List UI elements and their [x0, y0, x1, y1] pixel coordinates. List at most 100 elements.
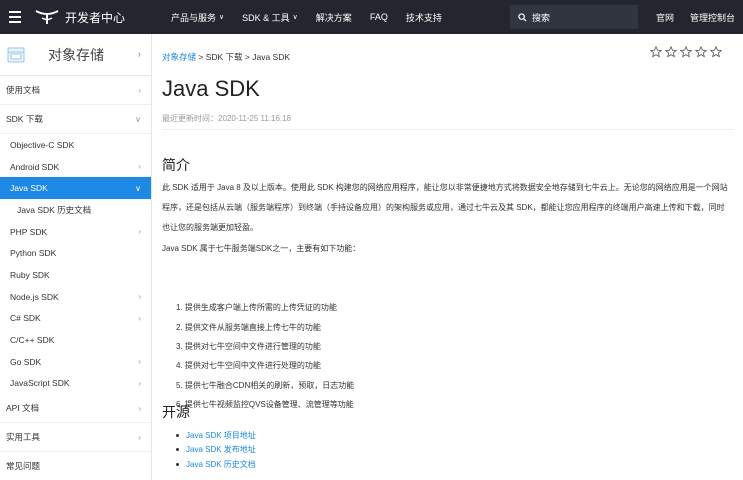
rating-stars [650, 46, 722, 58]
chevron-down-icon: ∨ [292, 14, 298, 21]
sidebar-item[interactable]: C/C++ SDK [0, 329, 151, 351]
link-label: Java SDK 项目地址 [186, 430, 256, 440]
list-item: 2. 提供文件从服务端直接上传七牛的功能 [176, 322, 321, 332]
sidebar-item[interactable]: API 文档 › [0, 394, 151, 424]
chevron-right-icon: › [138, 313, 141, 323]
sidebar-item-label: 常见问题 [6, 461, 41, 472]
qiniu-logo-icon [35, 10, 59, 24]
sidebar-item[interactable]: Java SDK ∨ [0, 177, 151, 200]
sidebar-item[interactable]: PHP SDK › [0, 221, 151, 243]
features-intro: Java SDK 属于七牛服务端SDK之一，主要有如下功能： [162, 244, 361, 253]
nav-label: 技术支持 [405, 12, 442, 23]
sidebar-item-label: API 文档 [6, 403, 40, 414]
menu-icon[interactable] [0, 0, 30, 34]
console-link[interactable]: 管理控制台 [690, 11, 735, 24]
sidebar-item[interactable]: Node.js SDK › [0, 286, 151, 308]
link-label: Java SDK 发布地址 [186, 445, 256, 455]
chevron-right-icon: › [138, 378, 141, 388]
opensource-link[interactable]: Java SDK 项目地址 [176, 428, 256, 443]
list-item: 3. 提供对七牛空间中文件进行管理的功能 [176, 341, 321, 351]
sidebar-item-label: SDK 下载 [6, 114, 43, 124]
main-content: 对象存储 > SDK 下载 > Java SDK Java SDK 最近更新时间… [162, 34, 734, 480]
sidebar-item[interactable]: Android SDK › [0, 156, 151, 178]
brand-logo[interactable]: 开发者中心 [34, 8, 125, 26]
sidebar-item[interactable]: JavaScript SDK › [0, 373, 151, 395]
chevron-right-icon: › [138, 227, 141, 237]
link-label: Java SDK 历史文档 [186, 459, 256, 469]
chevron-right-icon: › [138, 292, 141, 302]
features-list: 1. 提供生成客户端上传所需的上传凭证的功能 2. 提供文件从服务端直接上传七牛的… [176, 298, 354, 414]
sidebar-header[interactable]: 对象存储 › [0, 34, 151, 76]
nav-sdk-tools[interactable]: SDK & 工具 ∨ [242, 11, 298, 24]
list-item: 5. 提供七牛融合CDN相关的刷新，预取，日志功能 [176, 380, 355, 390]
nav-label: 解决方案 [315, 12, 352, 23]
chevron-right-icon: › [138, 432, 141, 442]
sidebar-item-label: PHP SDK [10, 226, 48, 237]
chevron-right-icon: › [138, 403, 141, 413]
sidebar-item[interactable]: Objective-C SDK [0, 134, 151, 156]
sidebar-item-label: 实用工具 [6, 432, 41, 443]
top-right-links: 官网 管理控制台 [640, 0, 735, 34]
sidebar-title: 对象存储 [48, 46, 104, 63]
sidebar-item-label: 使用文档 [6, 85, 41, 95]
nav-label: 产品与服务 [171, 12, 217, 23]
nav-support[interactable]: 技术支持 [406, 11, 442, 24]
breadcrumb-item[interactable]: 对象存储 [162, 52, 196, 62]
chevron-right-icon: › [138, 162, 141, 172]
sidebar-item[interactable]: 常见问题 [0, 452, 151, 480]
sidebar-item-label: Ruby SDK [10, 269, 50, 280]
search-box[interactable]: 搜索 [510, 5, 638, 29]
bullet-icon [176, 433, 179, 437]
star-icon[interactable] [695, 46, 707, 58]
sidebar-item[interactable]: Ruby SDK [0, 264, 151, 286]
sidebar-item[interactable]: 实用工具 › [0, 423, 151, 453]
intro-heading: 简介 [162, 157, 190, 173]
page-title: Java SDK [162, 76, 260, 101]
sidebar-item-label: Android SDK [10, 161, 60, 172]
sidebar-item[interactable]: Python SDK [0, 242, 151, 264]
nav-faq[interactable]: FAQ [370, 11, 388, 24]
top-nav: 产品与服务 ∨ SDK & 工具 ∨ 解决方案 FAQ 技术支持 [171, 11, 460, 24]
chevron-down-icon: ∨ [135, 183, 141, 193]
sidebar-item-label: Go SDK [10, 356, 42, 367]
breadcrumb-item[interactable]: SDK 下载 [206, 52, 243, 62]
opensource-heading: 开源 [162, 404, 190, 420]
breadcrumb-item: Java SDK [252, 52, 291, 62]
sidebar-item-label: C/C++ SDK [10, 335, 55, 346]
chevron-right-icon: › [137, 49, 141, 60]
sidebar-item[interactable]: SDK 下载 ∨ [0, 105, 151, 134]
nav-label: SDK & 工具 [242, 12, 290, 23]
star-icon[interactable] [665, 46, 677, 58]
opensource-link[interactable]: Java SDK 发布地址 [176, 443, 256, 458]
nav-products[interactable]: 产品与服务 ∨ [171, 11, 224, 24]
divider [162, 129, 734, 130]
sidebar-item-label: Node.js SDK [10, 291, 59, 302]
chevron-right-icon: › [138, 85, 141, 95]
sidebar-item[interactable]: 使用文档 › [0, 76, 151, 105]
list-item: 6. 提供七牛视频监控QVS设备管理、流管理等功能 [176, 400, 354, 410]
star-icon[interactable] [680, 46, 692, 58]
breadcrumb-separator: > [242, 52, 253, 62]
list-item: 4. 提供对七牛空间中文件进行处理的功能 [176, 361, 321, 371]
star-icon[interactable] [650, 46, 662, 58]
sidebar-item-label: Java SDK [10, 183, 48, 194]
bullet-icon [176, 448, 179, 452]
sidebar-item[interactable]: Java SDK 历史文档 [0, 199, 151, 221]
sidebar-item[interactable]: Go SDK › [0, 351, 151, 373]
search-icon [518, 12, 527, 22]
bullet-icon [176, 462, 179, 466]
sidebar-item-label: Objective-C SDK [10, 139, 75, 150]
nav-solutions[interactable]: 解决方案 [316, 11, 352, 24]
chevron-right-icon: › [138, 357, 141, 367]
chevron-down-icon: ∨ [135, 114, 141, 124]
intro-paragraph: 此 SDK 适用于 Java 8 及以上版本。使用此 SDK 构建您的网络应用程… [162, 183, 728, 232]
nav-label: FAQ [369, 12, 388, 22]
sidebar-item-label: Java SDK 历史文档 [17, 204, 92, 215]
opensource-link[interactable]: Java SDK 历史文档 [176, 457, 256, 472]
star-icon[interactable] [710, 46, 722, 58]
sidebar-item[interactable]: C# SDK › [0, 308, 151, 330]
breadcrumb-separator: > [196, 52, 206, 62]
storage-icon [7, 47, 25, 62]
sidebar-item-label: Python SDK [10, 248, 57, 259]
official-site-link[interactable]: 官网 [656, 11, 674, 24]
